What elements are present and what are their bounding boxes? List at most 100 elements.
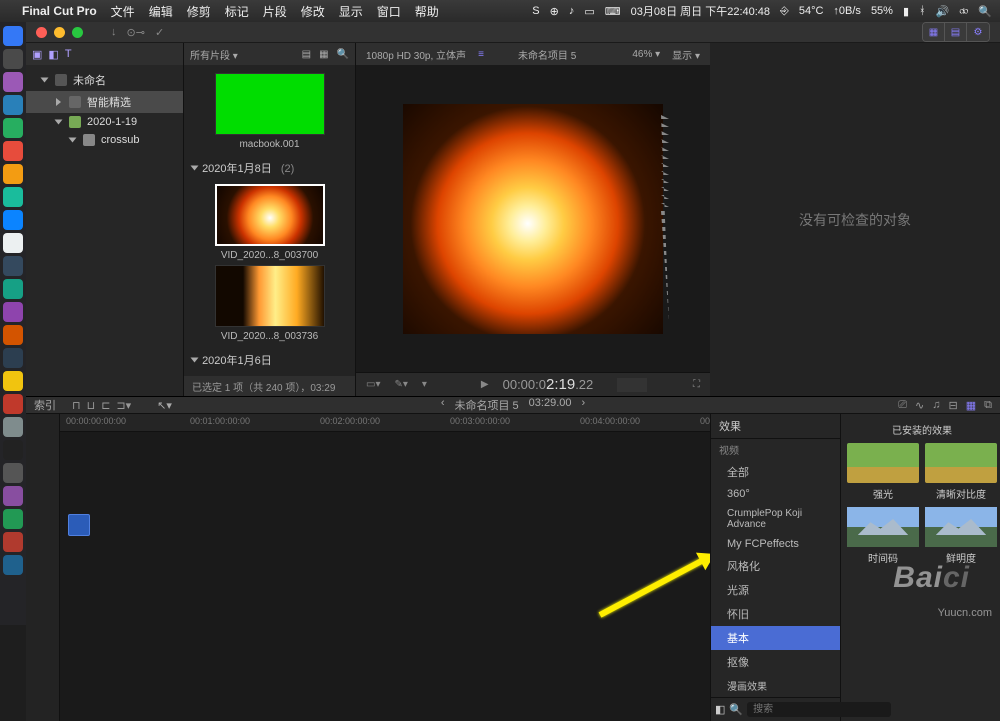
- clip-item[interactable]: VID_2020...8_003700: [192, 184, 347, 261]
- color-correction-icon[interactable]: ✎▾: [394, 379, 407, 390]
- dock-app[interactable]: [3, 187, 23, 207]
- bg-tasks-icon[interactable]: ✓: [155, 26, 164, 39]
- dock-app[interactable]: [3, 325, 23, 345]
- library-project[interactable]: crossub: [26, 131, 183, 149]
- app-name[interactable]: Final Cut Pro: [22, 4, 97, 18]
- effect-item[interactable]: 时间码: [847, 507, 919, 565]
- disclosure-triangle-icon[interactable]: [69, 138, 77, 143]
- disclosure-triangle-icon[interactable]: [56, 98, 61, 106]
- sogou-icon[interactable]: S: [532, 5, 539, 17]
- dock-app[interactable]: [3, 463, 23, 483]
- music-icon[interactable]: ♪: [569, 5, 575, 17]
- effects-cat-comics[interactable]: 漫画效果: [711, 674, 840, 697]
- clip-thumbnail[interactable]: [215, 265, 325, 327]
- effects-cat-keying[interactable]: 抠像: [711, 650, 840, 674]
- dock-app[interactable]: [3, 302, 23, 322]
- library-smart-collection[interactable]: 智能精选: [26, 91, 183, 113]
- library-root[interactable]: 未命名: [26, 69, 183, 91]
- library-tabs[interactable]: ▣ ◧ T: [26, 43, 183, 65]
- spotlight-icon[interactable]: 🔍: [978, 5, 992, 18]
- menu-clip[interactable]: 片段: [263, 3, 287, 20]
- menu-view[interactable]: 显示: [339, 3, 363, 20]
- dock-app[interactable]: [3, 279, 23, 299]
- wifi-icon[interactable]: ⧞: [959, 5, 968, 18]
- effects-cat-myfcp[interactable]: My FCPeffects: [711, 534, 840, 554]
- skimming-icon[interactable]: ⎚: [898, 399, 907, 412]
- audio-skim-icon[interactable]: ∿: [915, 399, 924, 412]
- date-group-header[interactable]: 2020年1月6日: [192, 346, 347, 372]
- date-time[interactable]: 03月08日 周日 下午22:40:48: [631, 3, 770, 19]
- dock-finder[interactable]: [3, 26, 23, 46]
- snap-icon[interactable]: ⊟: [949, 399, 958, 412]
- prev-edit-icon[interactable]: ‹: [441, 397, 445, 413]
- effects-cat-light[interactable]: 光源: [711, 578, 840, 602]
- dock-app[interactable]: [3, 164, 23, 184]
- menu-window[interactable]: 窗口: [377, 3, 401, 20]
- bluetooth-icon[interactable]: ᚼ: [919, 5, 926, 17]
- disclosure-triangle-icon[interactable]: [191, 166, 199, 171]
- keyboard-icon[interactable]: ⌨: [605, 5, 621, 18]
- browser-view-icon[interactable]: ▤: [302, 49, 311, 60]
- fullscreen-icon[interactable]: ⛶: [693, 379, 700, 390]
- dock-app[interactable]: [3, 72, 23, 92]
- timecode-display[interactable]: 00:00:02:19.22: [503, 376, 594, 393]
- library-event[interactable]: 2020-1-19: [26, 113, 183, 131]
- dock-app[interactable]: [3, 118, 23, 138]
- solo-icon[interactable]: ♫: [932, 399, 940, 412]
- effects-cat-koji[interactable]: CrumplePop Koji Advance: [711, 504, 840, 534]
- date-group-header[interactable]: 2020年1月8日 (2): [192, 154, 347, 180]
- dock-safari[interactable]: [3, 210, 23, 230]
- menu-mark[interactable]: 标记: [225, 3, 249, 20]
- disclosure-triangle-icon[interactable]: [55, 120, 63, 125]
- menu-help[interactable]: 帮助: [415, 3, 439, 20]
- timeline-ruler[interactable]: 00:00:00:00:00 00:01:00:00:00 00:02:00:0…: [60, 414, 710, 432]
- layout-segment[interactable]: ▦▤⚙: [922, 22, 990, 42]
- browser-search-icon[interactable]: 🔍: [337, 49, 349, 60]
- timeline-clip[interactable]: [68, 514, 90, 536]
- window-zoom-button[interactable]: [72, 27, 83, 38]
- clip-thumbnail[interactable]: [215, 184, 325, 246]
- titles-icon[interactable]: T: [65, 48, 72, 60]
- effects-browser-icon[interactable]: ▦: [966, 399, 976, 412]
- dock-app[interactable]: [3, 233, 23, 253]
- clip-item[interactable]: macbook.001: [192, 73, 347, 150]
- effect-item[interactable]: 清晰对比度: [925, 443, 997, 501]
- effects-cat-basic[interactable]: 基本: [711, 626, 840, 650]
- timeline-index-button[interactable]: 索引: [34, 397, 56, 413]
- viewer-canvas[interactable]: [403, 104, 663, 334]
- dock-app[interactable]: [3, 371, 23, 391]
- libraries-icon[interactable]: ▣: [32, 48, 42, 61]
- view-options-icon[interactable]: ▭▾: [366, 379, 380, 390]
- dock-app[interactable]: [3, 348, 23, 368]
- clip-filter-dropdown[interactable]: 所有片段 ▾: [190, 47, 238, 62]
- menu-file[interactable]: 文件: [111, 3, 135, 20]
- overwrite-clip-icon[interactable]: ⊐▾: [116, 399, 131, 412]
- clip-item[interactable]: VID_2020...8_003736: [192, 265, 347, 342]
- dock-app[interactable]: [3, 417, 23, 437]
- window-minimize-button[interactable]: [54, 27, 65, 38]
- viewer-canvas-area[interactable]: [356, 65, 710, 372]
- play-button[interactable]: ▶: [481, 379, 489, 390]
- append-clip-icon[interactable]: ⊏: [101, 399, 110, 412]
- disclosure-triangle-icon[interactable]: [191, 358, 199, 363]
- photos-icon[interactable]: ◧: [48, 48, 58, 61]
- keyword-icon[interactable]: ⊙⊸: [127, 26, 145, 39]
- retime-icon[interactable]: ▾: [422, 379, 427, 390]
- effect-item[interactable]: 鲜明度: [925, 507, 997, 565]
- audio-meter-icon[interactable]: ≡: [478, 49, 484, 60]
- toggle-4k-icon[interactable]: ◧: [715, 703, 725, 716]
- dock-app[interactable]: [3, 95, 23, 115]
- insert-clip-icon[interactable]: ⊔: [87, 399, 96, 412]
- dock-app[interactable]: [3, 532, 23, 552]
- display-icon[interactable]: ▭: [584, 5, 594, 18]
- globe-icon[interactable]: ⊕: [550, 5, 559, 18]
- audio-meters[interactable]: [617, 378, 647, 392]
- connect-clip-icon[interactable]: ⊓: [72, 399, 81, 412]
- dock-app[interactable]: [3, 256, 23, 276]
- battery-icon[interactable]: ▮: [903, 5, 909, 18]
- dock-app[interactable]: [3, 49, 23, 69]
- effects-cat-stylize[interactable]: 风格化: [711, 554, 840, 578]
- effects-cat-nostalgia[interactable]: 怀旧: [711, 602, 840, 626]
- dock-app[interactable]: [3, 555, 23, 575]
- menu-edit[interactable]: 编辑: [149, 3, 173, 20]
